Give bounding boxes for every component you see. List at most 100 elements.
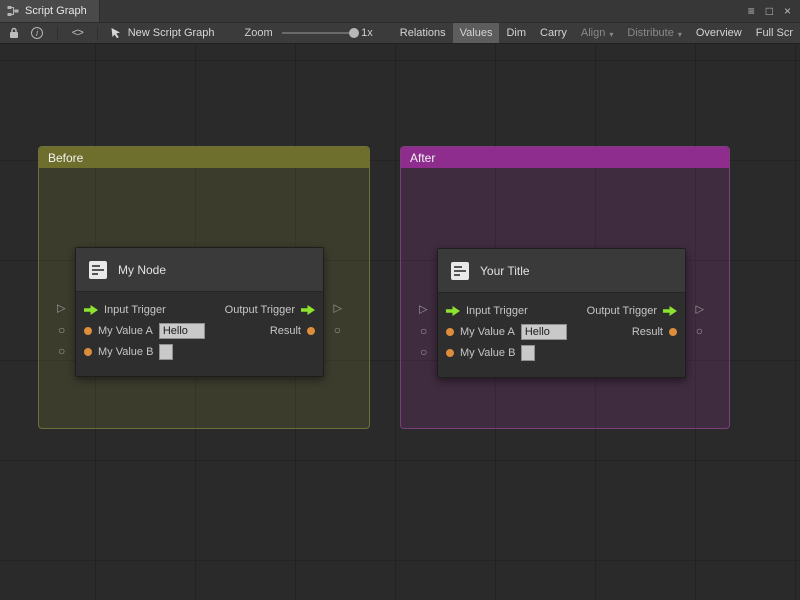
button-label: Distribute (627, 27, 673, 39)
button-label: Carry (540, 27, 567, 39)
align-button[interactable]: Align ▾ (574, 23, 620, 43)
value-a-port[interactable]: My Value A (84, 323, 205, 339)
graph-canvas[interactable]: Before After My Node (0, 44, 800, 600)
overview-button[interactable]: Overview (689, 23, 749, 43)
port-row: My Value A Result (76, 320, 323, 341)
tab-title: Script Graph (25, 5, 87, 17)
zoom-value: 1x (361, 27, 373, 39)
external-value-b-connector[interactable]: ○ (58, 345, 65, 357)
button-label: Full Scr (756, 27, 793, 39)
value-port-icon (84, 348, 92, 356)
group-header[interactable]: Before (39, 147, 369, 168)
value-b-label: My Value B (460, 347, 515, 359)
unit-icon (87, 259, 109, 281)
code-icon[interactable]: <> (66, 23, 89, 43)
button-label: Relations (400, 27, 446, 39)
node-header[interactable]: Your Title (438, 249, 685, 293)
external-trigger-in-connector[interactable]: ▷ (57, 304, 65, 315)
value-b-port[interactable]: My Value B (84, 344, 173, 360)
zoom-label: Zoom (245, 27, 273, 39)
external-trigger-in-connector[interactable]: ▷ (419, 305, 427, 316)
graph-asset-icon (110, 27, 122, 39)
zoom-slider-handle[interactable] (349, 28, 359, 38)
maximize-icon[interactable]: □ (766, 5, 773, 17)
node-my-node[interactable]: My Node Input Trigger Output Trigger (75, 247, 324, 377)
external-result-connector[interactable]: ○ (334, 324, 341, 336)
node-container[interactable]: Your Title Input Trigger Output Trigger (437, 248, 686, 378)
node-title: My Node (118, 263, 166, 277)
toolbar-divider (57, 27, 58, 40)
value-b-input[interactable] (521, 345, 535, 361)
window-menu-icon[interactable]: ≡ (748, 5, 755, 17)
lock-icon[interactable] (3, 23, 25, 43)
node-header[interactable]: My Node (76, 248, 323, 292)
input-trigger-port[interactable]: Input Trigger (84, 304, 166, 316)
button-label: Dim (506, 27, 526, 39)
carry-button[interactable]: Carry (533, 23, 574, 43)
external-value-b-connector[interactable]: ○ (420, 346, 427, 358)
button-label: Overview (696, 27, 742, 39)
value-port-icon (446, 349, 454, 357)
external-value-a-connector[interactable]: ○ (58, 324, 65, 336)
dim-button[interactable]: Dim (499, 23, 533, 43)
node-title: Your Title (480, 264, 530, 278)
graph-toolbar: i <> New Script Graph Zoom 1x Relations … (0, 22, 800, 44)
toolbar-divider (97, 27, 98, 40)
tab-bar: Script Graph ≡ □ × (0, 0, 800, 22)
group-title: Before (48, 151, 83, 165)
trigger-in-icon (84, 305, 98, 315)
chevron-down-icon: ▾ (678, 28, 682, 39)
button-label: Align (581, 27, 605, 39)
external-value-a-connector[interactable]: ○ (420, 325, 427, 337)
node-container[interactable]: My Node Input Trigger Output Trigger (75, 247, 324, 377)
node-body: Input Trigger Output Trigger My Value A (438, 293, 685, 363)
fullscreen-button[interactable]: Full Scr (749, 23, 800, 43)
output-trigger-label: Output Trigger (587, 305, 657, 317)
info-glyph: i (31, 27, 43, 39)
value-b-input[interactable] (159, 344, 173, 360)
input-trigger-port[interactable]: Input Trigger (446, 305, 528, 317)
value-b-port[interactable]: My Value B (446, 345, 535, 361)
node-your-title[interactable]: Your Title Input Trigger Output Trigger (437, 248, 686, 378)
result-port[interactable]: Result (270, 325, 315, 337)
node-body: Input Trigger Output Trigger My Value A (76, 292, 323, 362)
external-result-connector[interactable]: ○ (696, 325, 703, 337)
result-label: Result (270, 325, 301, 337)
value-a-label: My Value A (98, 325, 153, 337)
value-a-input[interactable] (521, 324, 567, 340)
port-row: My Value B (76, 341, 323, 362)
value-port-icon (307, 327, 315, 335)
values-button[interactable]: Values (453, 23, 500, 43)
unit-icon (449, 260, 471, 282)
tab-script-graph[interactable]: Script Graph (0, 0, 100, 22)
button-label: Values (460, 27, 493, 39)
window-controls: ≡ □ × (748, 0, 800, 22)
relations-button[interactable]: Relations (393, 23, 453, 43)
distribute-button[interactable]: Distribute ▾ (620, 23, 688, 43)
info-icon[interactable]: i (25, 23, 49, 43)
input-trigger-label: Input Trigger (104, 304, 166, 316)
group-title: After (410, 151, 435, 165)
value-b-label: My Value B (98, 346, 153, 358)
value-a-input[interactable] (159, 323, 205, 339)
value-port-icon (446, 328, 454, 336)
trigger-out-icon (663, 306, 677, 316)
value-a-port[interactable]: My Value A (446, 324, 567, 340)
external-trigger-out-connector[interactable]: ▷ (696, 305, 704, 316)
close-icon[interactable]: × (784, 5, 791, 17)
group-header[interactable]: After (401, 147, 729, 168)
trigger-in-icon (446, 306, 460, 316)
output-trigger-port[interactable]: Output Trigger (225, 304, 315, 316)
output-trigger-port[interactable]: Output Trigger (587, 305, 677, 317)
graph-breadcrumb[interactable]: New Script Graph (106, 23, 219, 43)
result-port[interactable]: Result (632, 326, 677, 338)
value-a-label: My Value A (460, 326, 515, 338)
zoom-slider[interactable] (282, 27, 356, 39)
input-trigger-label: Input Trigger (466, 305, 528, 317)
zoom-slider-track (282, 32, 356, 34)
chevron-down-icon: ▾ (609, 28, 613, 39)
trigger-out-icon (301, 305, 315, 315)
value-port-icon (669, 328, 677, 336)
script-graph-tab-icon (7, 5, 19, 17)
external-trigger-out-connector[interactable]: ▷ (334, 304, 342, 315)
